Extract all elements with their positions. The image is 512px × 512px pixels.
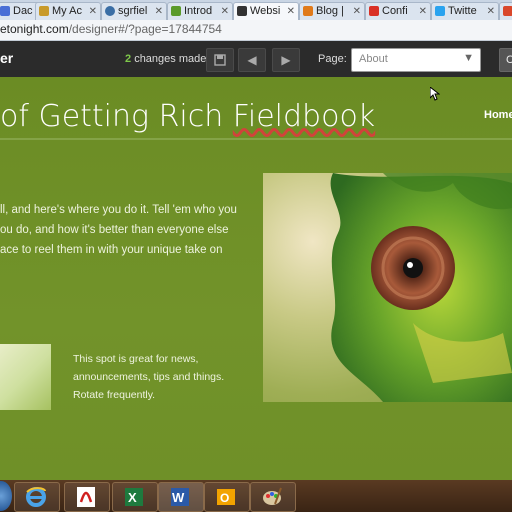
tab-label: Dac	[13, 5, 33, 17]
toolbar-right-button[interactable]: C	[499, 48, 512, 72]
chevron-down-icon: ▼	[463, 52, 474, 64]
tab-favicon-icon	[39, 6, 49, 16]
save-button[interactable]	[206, 48, 234, 72]
tab-favicon-icon	[303, 6, 313, 16]
twitter-favicon-icon	[435, 6, 445, 16]
tab-label: My Ac	[52, 5, 82, 17]
intro-line: ou do, and how it's better than everyone…	[0, 224, 229, 236]
browser-tab[interactable]: Introd ✕	[167, 2, 233, 20]
acrobat-icon	[77, 487, 95, 507]
taskbar-outlook-button[interactable]: O	[204, 482, 250, 512]
word-icon: W	[171, 488, 189, 506]
page-select[interactable]: About ▼	[351, 48, 481, 72]
news-thumbnail-image[interactable]	[0, 344, 51, 410]
windows-taskbar: X W O	[0, 480, 512, 512]
internet-explorer-icon	[26, 487, 46, 507]
tab-favicon-icon	[171, 6, 181, 16]
news-line: This spot is great for news,	[73, 353, 199, 365]
browser-tab[interactable]	[499, 2, 512, 20]
tab-label: sgrfiel	[118, 5, 148, 17]
start-orb-icon[interactable]	[0, 481, 12, 511]
news-line: announcements, tips and things.	[73, 371, 225, 383]
changes-indicator: 2 changes made	[125, 53, 206, 65]
site-title-prefix: of Getting Rich	[0, 99, 233, 134]
taskbar-paint-button[interactable]	[250, 482, 296, 512]
page-select-value: About	[359, 53, 388, 65]
chameleon-illustration	[330, 173, 512, 402]
page-label: Page:	[318, 53, 347, 65]
tab-close-icon[interactable]: ✕	[487, 3, 495, 20]
site-title[interactable]: of Getting Rich Fieldbook	[0, 99, 375, 134]
save-icon	[214, 54, 226, 66]
intro-line: ll, and here's where you do it. Tell 'em…	[0, 204, 237, 216]
browser-tab[interactable]: Twitte ✕	[431, 2, 499, 20]
taskbar-word-button[interactable]: W	[158, 482, 204, 512]
tab-favicon-icon	[0, 6, 10, 16]
browser-tab[interactable]: Blog | ✕	[299, 2, 365, 20]
excel-icon: X	[125, 488, 143, 506]
changes-count: 2	[125, 53, 132, 65]
redo-button[interactable]: ▶	[272, 48, 300, 72]
taskbar-excel-button[interactable]: X	[112, 482, 158, 512]
news-line: Rotate frequently.	[73, 389, 156, 401]
site-title-misspelled-word: Fieldbook	[232, 99, 376, 134]
browser-tab[interactable]: sgrfiel ✕	[101, 2, 167, 20]
intro-line: ace to reel them in with your unique tak…	[0, 244, 223, 256]
site-preview: of Getting Rich Fieldbook Home ll, and h…	[0, 77, 512, 480]
google-plus-favicon-icon	[503, 6, 512, 16]
svg-text:X: X	[128, 490, 137, 505]
browser-tab-strip: Dac My Ac ✕ sgrfiel ✕ Introd ✕ Websi ✕ B…	[0, 0, 512, 21]
news-text[interactable]: This spot is great for news, announcemen…	[73, 350, 224, 404]
paint-icon	[263, 487, 282, 505]
tab-close-icon[interactable]: ✕	[89, 3, 97, 20]
tab-label: Websi	[250, 5, 281, 17]
svg-text:W: W	[172, 490, 185, 505]
tab-label: Blog |	[316, 5, 344, 17]
designer-toolbar: er 2 changes made ◀ ▶ Page: About ▼ C	[0, 41, 512, 77]
intro-text[interactable]: ll, and here's where you do it. Tell 'em…	[0, 200, 240, 260]
tab-label: Twitte	[448, 5, 477, 17]
tab-label: Confi	[382, 5, 408, 17]
browser-tab[interactable]: My Ac ✕	[35, 2, 101, 20]
tab-favicon-icon	[237, 6, 247, 16]
taskbar-ie-button[interactable]	[14, 482, 60, 512]
address-url[interactable]: etonight.com/designer#/?page=17844754	[0, 22, 222, 36]
undo-button[interactable]: ◀	[238, 48, 266, 72]
gmail-favicon-icon	[369, 6, 379, 16]
address-path: /designer#/?page=17844754	[68, 22, 222, 36]
svg-text:O: O	[220, 491, 229, 505]
tab-label: Introd	[184, 5, 213, 17]
address-host: etonight.com	[0, 22, 69, 36]
tab-close-icon[interactable]: ✕	[155, 3, 163, 20]
browser-tab[interactable]: Confi ✕	[365, 2, 431, 20]
tab-close-icon[interactable]: ✕	[419, 3, 427, 20]
tab-close-icon[interactable]: ✕	[221, 3, 229, 20]
changes-label: changes made	[134, 53, 207, 65]
mouse-cursor-icon	[430, 87, 440, 101]
taskbar-acrobat-button[interactable]	[64, 482, 110, 512]
wordpress-favicon-icon	[105, 6, 115, 16]
designer-brand: er	[0, 50, 14, 66]
nav-home-link[interactable]: Home	[484, 109, 512, 121]
undo-icon: ◀	[247, 53, 257, 67]
address-bar[interactable]: etonight.com/designer#/?page=17844754	[0, 20, 512, 41]
browser-tab-active[interactable]: Websi ✕	[233, 2, 299, 20]
outlook-icon: O	[217, 489, 235, 505]
redo-icon: ▶	[281, 53, 291, 67]
chameleon-hero-image[interactable]	[263, 173, 512, 402]
tab-close-icon[interactable]: ✕	[287, 3, 295, 20]
tab-close-icon[interactable]: ✕	[353, 3, 361, 20]
header-divider	[0, 138, 512, 140]
